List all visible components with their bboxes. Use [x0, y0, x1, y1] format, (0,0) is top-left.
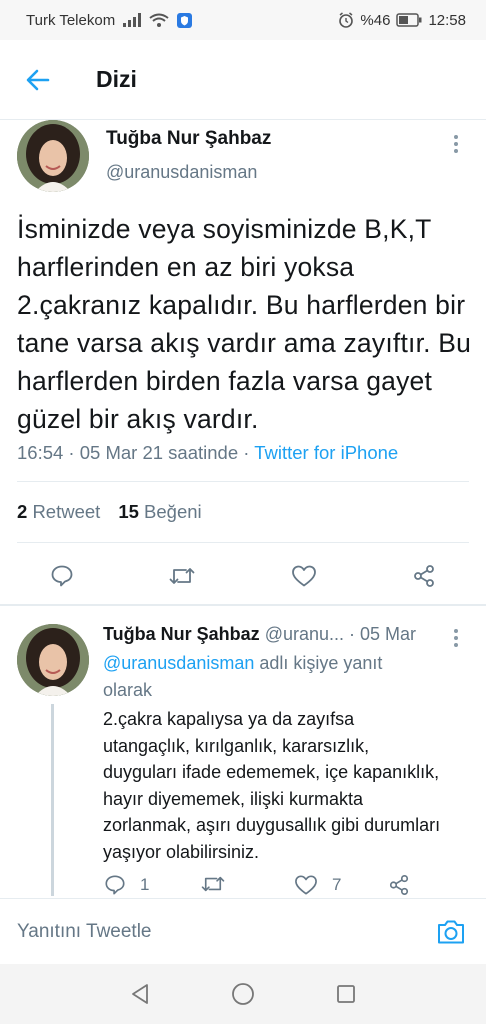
reply-compose-bar: Yanıtını Tweetle	[0, 898, 486, 964]
heart-icon	[295, 875, 317, 895]
retweet-icon	[169, 568, 195, 584]
reply-count: 1	[140, 875, 150, 894]
reply-author-name[interactable]: Tuğba Nur Şahbaz	[103, 624, 260, 644]
signal-icon	[123, 13, 142, 27]
retweet-icon	[201, 876, 225, 892]
nav-home-button[interactable]	[228, 979, 258, 1009]
divider	[17, 542, 469, 543]
reply-header: Tuğba Nur Şahbaz @uranu... · 05 Mar	[103, 624, 443, 645]
comment-icon	[105, 875, 125, 895]
arrow-left-icon	[26, 69, 50, 90]
alarm-icon	[338, 12, 354, 28]
share-icon	[389, 875, 409, 895]
tweet-stats: 2 Retweet 15 Beğeni	[17, 501, 202, 523]
like-count: 7	[332, 875, 342, 894]
circle-home-icon	[232, 983, 254, 1005]
nav-back-button[interactable]	[125, 979, 155, 1009]
retweets-stat[interactable]: 2 Retweet	[17, 501, 100, 523]
tweet-source-link[interactable]: Twitter for iPhone	[254, 442, 398, 463]
reply-button[interactable]	[42, 556, 82, 596]
camera-button[interactable]	[433, 914, 469, 950]
status-bar: Turk Telekom %46 12:58	[0, 0, 486, 40]
more-dot-icon	[454, 629, 458, 633]
more-options-button[interactable]	[448, 132, 464, 156]
reply-author-handle[interactable]: @uranu...	[265, 624, 344, 644]
share-icon	[414, 565, 434, 587]
reply-text: 2.çakra kapalıysa ya da zayıfsa utangaçl…	[103, 709, 441, 862]
reply-mention-link[interactable]: @uranusdanisman	[103, 653, 254, 673]
battery-icon	[396, 13, 422, 27]
reply-context: @uranusdanisman adlı kişiye yanıt olarak	[103, 650, 423, 704]
tweet-time: 16:54 · 05 Mar 21 saatinde ·	[17, 442, 255, 463]
like-button[interactable]	[284, 556, 324, 596]
wifi-icon	[149, 13, 169, 27]
likes-stat[interactable]: 15 Beğeni	[118, 501, 201, 523]
system-nav-bar	[0, 964, 486, 1024]
author-name[interactable]: Tuğba Nur Şahbaz	[106, 128, 271, 150]
reply-reply-button[interactable]: 1	[104, 874, 149, 896]
clock: 12:58	[428, 11, 466, 29]
more-dot-icon	[454, 643, 458, 647]
reply-share-button[interactable]	[388, 874, 410, 896]
tweet-actions	[0, 556, 486, 596]
retweet-button[interactable]	[162, 556, 202, 596]
more-dot-icon	[454, 636, 458, 640]
divider	[17, 481, 469, 482]
page-title: Dizi	[96, 66, 137, 92]
carrier-label: Turk Telekom	[26, 11, 116, 29]
more-dot-icon	[454, 142, 458, 146]
app-header: Dizi	[0, 40, 486, 120]
reply-input[interactable]: Yanıtını Tweetle	[17, 921, 433, 943]
camera-icon	[438, 920, 464, 943]
heart-icon	[292, 565, 316, 587]
share-button[interactable]	[404, 556, 444, 596]
thread-line	[51, 704, 54, 896]
reply-date: · 05 Mar	[349, 624, 417, 644]
author-handle[interactable]: @uranusdanisman	[106, 162, 257, 183]
triangle-back-icon	[132, 984, 148, 1004]
reply-tweet[interactable]: Tuğba Nur Şahbaz @uranu... · 05 Mar @ura…	[0, 606, 486, 896]
reply-more-options-button[interactable]	[448, 626, 464, 650]
tweet-timestamp: 16:54 · 05 Mar 21 saatinde · Twitter for…	[17, 442, 398, 464]
nav-recents-button[interactable]	[331, 979, 361, 1009]
reply-author-avatar[interactable]	[17, 624, 89, 696]
tweet-text: İsminizde veya soyisminizde B,K,T harfle…	[17, 214, 472, 434]
reply-like-button[interactable]: 7	[294, 874, 341, 896]
comment-icon	[51, 565, 73, 587]
back-button[interactable]	[18, 60, 58, 100]
reply-retweet-button[interactable]	[200, 874, 226, 894]
shield-app-icon	[177, 12, 193, 28]
more-dot-icon	[454, 135, 458, 139]
square-recents-icon	[337, 985, 355, 1003]
author-avatar[interactable]	[17, 120, 89, 192]
battery-percent: %46	[360, 11, 391, 29]
more-dot-icon	[454, 149, 458, 153]
reply-actions: 1 7	[0, 874, 486, 896]
